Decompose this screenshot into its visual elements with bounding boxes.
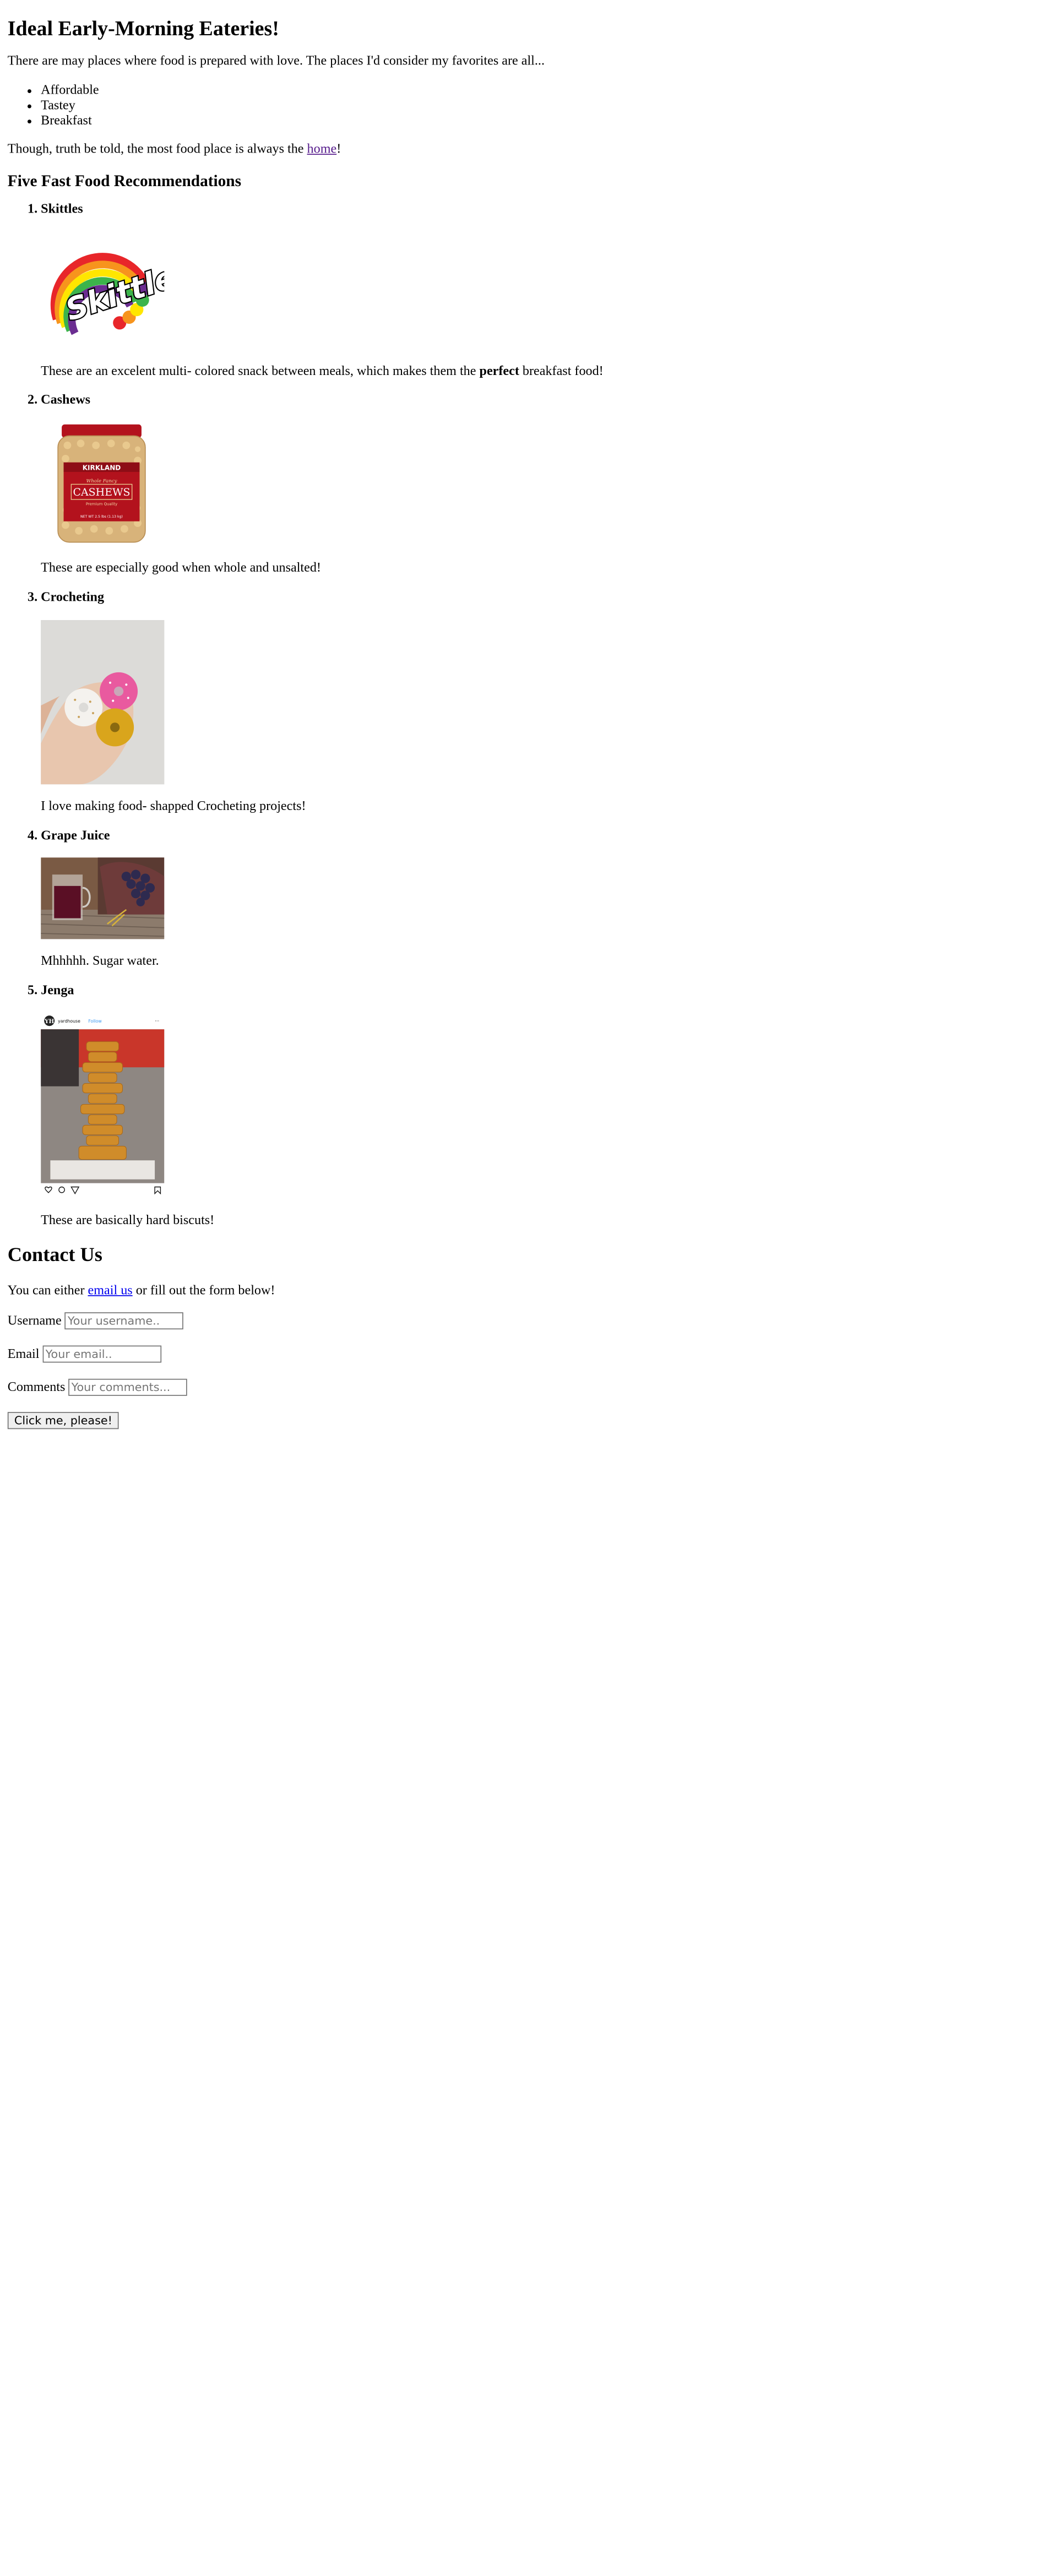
svg-text:KIRKLAND: KIRKLAND <box>83 464 121 472</box>
list-item: Affordable <box>41 84 1042 99</box>
svg-text:YH: YH <box>44 1018 54 1025</box>
cashews-jar-image: KIRKLAND Whole Fancy CASHEWS Premium Qua… <box>54 423 149 546</box>
contact-form: Username Email Comments Click me, please… <box>7 1312 1043 1430</box>
contact-paragraph: You can either email us or fill out the … <box>7 1283 275 1298</box>
crochet-donuts-image <box>41 619 165 784</box>
list-item: Tastey <box>41 99 1042 115</box>
recommendation-title: Jenga <box>41 983 74 998</box>
truth-paragraph: Though, truth be told, the most food pla… <box>8 143 1043 159</box>
page-title: Ideal Early-Morning Eateries! <box>7 16 279 40</box>
recommendation-item: Cashews <box>41 393 1042 577</box>
email-label: Email <box>7 1347 40 1362</box>
recommendation-title: Skittles <box>41 202 83 216</box>
list-item: Breakfast <box>41 114 1042 129</box>
comments-row: Comments <box>7 1378 1043 1396</box>
skittles-logo-image: Skittles <box>41 231 198 355</box>
username-label: Username <box>7 1314 62 1329</box>
comments-input[interactable] <box>68 1378 188 1396</box>
svg-text:Whole Fancy: Whole Fancy <box>86 479 117 484</box>
comments-label: Comments <box>7 1381 66 1395</box>
traits-list: Affordable Tastey Breakfast <box>8 84 1043 129</box>
truth-text: Though, truth be told, the most food pla… <box>7 143 307 157</box>
username-input[interactable] <box>64 1312 184 1330</box>
intro-paragraph: There are may places where food is prepa… <box>7 54 545 69</box>
recommendation-title: Crocheting <box>41 590 105 605</box>
email-row: Email <box>7 1345 1043 1363</box>
truth-text-end: ! <box>336 143 341 157</box>
recommendation-item: Skittles <box>41 202 1042 380</box>
recommendation-text: Mhhhhh. Sugar water. <box>41 954 159 969</box>
submit-button[interactable]: Click me, please! <box>7 1411 119 1430</box>
svg-text:Follow: Follow <box>88 1019 102 1024</box>
recommendation-text: These are especially good when whole and… <box>41 561 321 576</box>
jenga-post-image: YH yardhouse Follow ··· <box>41 1013 165 1199</box>
svg-text:NET WT 2.5 lbs (1.13 kg): NET WT 2.5 lbs (1.13 kg) <box>80 515 123 519</box>
recommendation-text: These are basically hard biscuts! <box>41 1213 215 1228</box>
svg-text:···: ··· <box>155 1019 159 1024</box>
svg-text:Premium Quality: Premium Quality <box>86 502 117 507</box>
svg-text:yardhouse: yardhouse <box>58 1019 80 1024</box>
svg-text:CASHEWS: CASHEWS <box>73 486 131 498</box>
recommendations-heading: Five Fast Food Recommendations <box>7 172 242 191</box>
submit-row: Click me, please! <box>7 1411 1043 1430</box>
username-row: Username <box>7 1312 1043 1330</box>
recommendation-title: Grape Juice <box>41 828 110 843</box>
grape-juice-image <box>41 857 165 939</box>
recommendation-item: Grape Juice <box>41 829 1042 971</box>
contact-heading: Contact Us <box>7 1242 102 1266</box>
home-link[interactable]: home <box>307 143 337 157</box>
page-content: Ideal Early-Morning Eateries! There are … <box>0 16 1043 1430</box>
recommendation-item: Jenga YH yardhouse Follow ··· <box>41 984 1042 1230</box>
recommendations-list: Skittles <box>8 202 1043 1230</box>
recommendation-text: These are an excelent multi- colored sna… <box>41 364 604 379</box>
email-input[interactable] <box>42 1345 162 1363</box>
email-us-link[interactable]: email us <box>88 1284 133 1298</box>
recommendation-item: Crocheting <box>41 590 1042 815</box>
recommendation-title: Cashews <box>41 393 91 408</box>
recommendation-text: I love making food- shapped Crocheting p… <box>41 799 306 814</box>
